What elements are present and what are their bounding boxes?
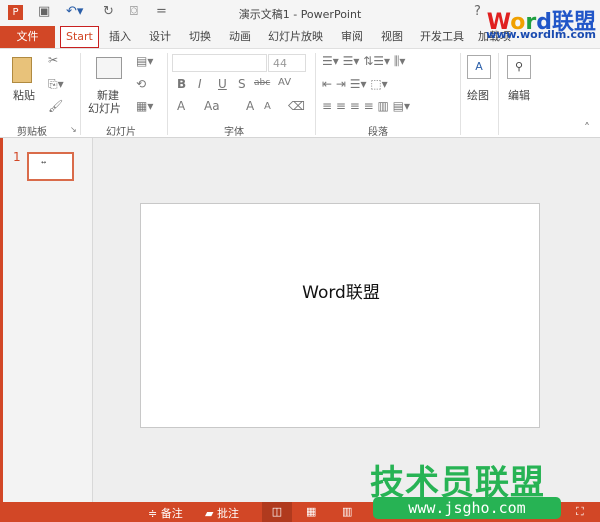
notes-button[interactable]: ≑ 备注 — [148, 505, 183, 521]
alignment-icon[interactable]: ≡ ≡ ≡ ≡ ▥ ▤▾ — [322, 99, 410, 113]
notes-label: 备注 — [160, 507, 183, 520]
new-slide-icon[interactable] — [96, 57, 122, 79]
font-color-button[interactable]: A — [177, 99, 185, 113]
divider — [167, 53, 168, 135]
shadow-button[interactable]: S — [238, 77, 246, 91]
tab-design[interactable]: 设计 — [144, 26, 176, 48]
font-name-input[interactable] — [172, 54, 267, 72]
slide-number: 1 — [13, 150, 21, 164]
paste-icon[interactable] — [12, 57, 32, 83]
dialog-launcher-icon[interactable]: ↘ — [70, 125, 77, 134]
underline-button[interactable]: U — [218, 77, 227, 91]
copy-icon[interactable]: ⎘▾ — [48, 77, 64, 92]
tab-start[interactable]: Start — [60, 26, 99, 48]
slide-editor: Word联盟 — [93, 138, 600, 502]
divider — [315, 53, 316, 135]
tab-view[interactable]: 视图 — [376, 26, 408, 48]
layout-icon[interactable]: ▤▾ — [136, 54, 153, 68]
slides-pane: 1 ↔ — [0, 138, 93, 502]
section-icon[interactable]: ▦▾ — [136, 99, 153, 113]
font-size-input[interactable]: 44 — [268, 54, 306, 72]
slide-text[interactable]: Word联盟 — [141, 278, 541, 303]
paste-button[interactable]: 粘贴 — [13, 87, 35, 103]
group-label-slides: 幻灯片 — [106, 127, 136, 138]
divider — [460, 53, 461, 135]
format-painter-icon[interactable]: 🖌 — [48, 99, 63, 113]
bold-button[interactable]: B — [177, 77, 186, 91]
fit-to-window-icon[interactable]: ⛶ — [576, 505, 584, 519]
cut-icon[interactable]: ✂ — [48, 53, 58, 67]
drawing-icon[interactable]: A — [467, 55, 491, 79]
wordlm-url: www.wordlm.com — [486, 28, 596, 41]
jsgho-url: www.jsgho.com — [373, 497, 561, 519]
help-button[interactable]: ? — [474, 4, 481, 19]
slide-thumbnail[interactable]: ↔ — [27, 152, 74, 181]
reset-icon[interactable]: ⟲ — [136, 77, 146, 91]
group-label-font: 字体 — [224, 127, 244, 138]
clear-formatting-icon[interactable]: ⌫ — [288, 99, 305, 113]
slide-sorter-icon[interactable]: ▦ — [306, 505, 316, 518]
group-label-clipboard: 剪贴板 — [17, 127, 47, 138]
bullets-icon[interactable]: ☰▾ ☰▾ ⇅☰▾ ⫼▾ — [322, 54, 405, 69]
comments-button[interactable]: ▰ 批注 — [205, 505, 239, 521]
ribbon: 粘贴 ✂ ⎘▾ 🖌 剪贴板 ↘ 新建 幻灯片 ▤▾ ⟲ ▦▾ 幻灯片 44 B … — [0, 48, 600, 138]
italic-button[interactable]: I — [198, 77, 202, 91]
tab-review[interactable]: 审阅 — [336, 26, 368, 48]
editing-button[interactable]: 编辑 — [508, 87, 530, 103]
indent-icon[interactable]: ⇤ ⇥ ☰▾ ⬚▾ — [322, 77, 388, 91]
collapse-ribbon-icon[interactable]: ˄ — [584, 121, 590, 135]
change-case-button[interactable]: Aa — [204, 99, 220, 113]
shrink-font-button[interactable]: A — [264, 101, 271, 112]
grow-font-button[interactable]: A — [246, 99, 254, 113]
group-label-paragraph: 段落 — [368, 127, 388, 138]
find-icon[interactable]: ⚲ — [507, 55, 531, 79]
tab-slideshow[interactable]: 幻灯片放映 — [263, 26, 328, 48]
character-spacing-button[interactable]: AV — [278, 77, 291, 88]
reading-view-icon[interactable]: ▥ — [342, 505, 352, 518]
normal-view-button[interactable]: ◫ — [262, 502, 292, 522]
tab-file[interactable]: 文件 — [0, 26, 55, 48]
divider — [80, 53, 81, 135]
comments-label: 批注 — [216, 507, 239, 520]
drawing-button[interactable]: 绘图 — [467, 87, 489, 103]
divider — [498, 53, 499, 135]
tab-insert[interactable]: 插入 — [104, 26, 136, 48]
tab-developer[interactable]: 开发工具 — [415, 26, 469, 48]
slide-canvas[interactable]: Word联盟 — [140, 203, 540, 428]
new-slide-dropdown[interactable]: 幻灯片 — [88, 100, 121, 116]
tab-transitions[interactable]: 切换 — [184, 26, 216, 48]
strikethrough-button[interactable]: abc — [254, 78, 270, 88]
tab-animations[interactable]: 动画 — [224, 26, 256, 48]
